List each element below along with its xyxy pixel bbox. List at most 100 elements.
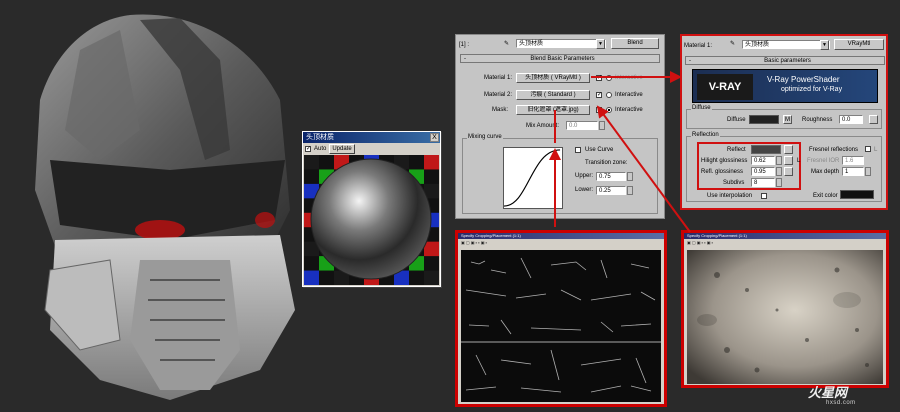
eyedropper-icon[interactable]: ✎	[504, 40, 509, 48]
lower-label: Lower:	[575, 187, 594, 193]
fresnel-reflections-label: Fresnel reflections	[809, 147, 859, 153]
watermark-brand: 火星网	[808, 385, 848, 400]
diffuse-group-label: Diffuse	[691, 105, 712, 111]
lower-field[interactable]: 0.25	[596, 186, 626, 195]
vray-logo: V-RAY	[697, 74, 753, 100]
use-curve-checkbox[interactable]	[575, 147, 581, 153]
vray-name-dropdown-icon[interactable]: ▼	[820, 40, 829, 50]
reflect-map-button[interactable]	[784, 145, 793, 154]
mask-texture-image	[461, 250, 661, 402]
mix-amount-label: Mix Amount:	[526, 123, 560, 129]
material-preview-window: 头顶材质 X ✓ Auto Update	[302, 131, 441, 287]
mixing-curve-label: Mixing curve	[467, 134, 503, 140]
preview-title: 头顶材质	[306, 134, 334, 141]
max-depth-spinner[interactable]	[865, 167, 871, 176]
material2-interactive-radio[interactable]	[606, 92, 612, 98]
mix-amount-spinner[interactable]	[599, 121, 605, 130]
preview-sphere-image	[304, 155, 439, 285]
roughness-map-button[interactable]	[869, 115, 878, 124]
vray-material-label: Material 1:	[684, 43, 713, 49]
mix-amount-field[interactable]: 0.0	[566, 121, 598, 130]
fresnel-checkbox[interactable]	[865, 146, 871, 152]
reflection-group: Reflection Reflect Hilight glossiness 0.…	[686, 132, 882, 202]
hilight-glossiness-field[interactable]: 0.62	[751, 156, 775, 165]
checker-tile	[319, 155, 335, 170]
preview-toolbar: ✓ Auto Update	[303, 143, 440, 154]
upper-spinner[interactable]	[627, 172, 633, 181]
upper-field[interactable]: 0.75	[596, 172, 626, 181]
vraymtl-panel: Material 1: ✎ 头顶材质 ▼ VRayMtl - Basic para…	[680, 34, 888, 210]
mask-interactive-label: Interactive	[615, 107, 643, 113]
lower-spinner[interactable]	[627, 186, 633, 195]
max-depth-field[interactable]: 1	[842, 167, 864, 176]
material1-label: Material 1:	[484, 75, 513, 81]
close-icon[interactable]: X	[430, 133, 439, 142]
checker-tile	[409, 270, 425, 285]
refl-glossiness-field[interactable]: 0.95	[751, 167, 775, 176]
mask-interactive-radio[interactable]	[606, 107, 612, 113]
hilight-lock-button[interactable]: L	[797, 157, 800, 165]
blend-material-panel: [1] : ✎ 头顶材质 ▼ Blend - Blend Basic Parame…	[455, 34, 665, 219]
exit-color-label: Exit color	[813, 193, 838, 199]
roughness-label: Roughness	[802, 117, 833, 123]
vray-banner: V-RAY V-Ray PowerShader optimized for V-…	[692, 69, 878, 103]
eyedropper-icon[interactable]: ✎	[730, 40, 735, 48]
mask-texture-window: Specify Cropping/Placement (1:1) ▣ ▢ ▣ ▪…	[455, 230, 667, 407]
auto-checkbox[interactable]: ✓	[305, 145, 311, 152]
watermark-url: hxsd.com	[826, 400, 856, 406]
diffuse-map-button[interactable]: M	[783, 115, 792, 124]
refl-glossiness-map-button[interactable]	[784, 167, 793, 176]
material1-button[interactable]: 头顶材质 ( VRayMtl )	[516, 73, 590, 83]
fresnel-ior-field[interactable]: 1.6	[842, 156, 864, 165]
refl-glossiness-spinner[interactable]	[776, 167, 782, 176]
exit-color-swatch[interactable]	[840, 190, 874, 199]
checker-tile	[304, 270, 320, 285]
mask-enable-checkbox[interactable]: ✓	[596, 107, 602, 113]
vray-rollout-header[interactable]: - Basic parameters	[685, 56, 885, 65]
checker-tile	[424, 155, 439, 170]
material2-label: Material 2:	[484, 92, 513, 98]
auto-label: Auto	[314, 145, 327, 152]
vray-material-name-field[interactable]: 头顶材质	[742, 40, 830, 49]
diffuse-label: Diffuse	[727, 117, 746, 123]
fresnel-lock-button[interactable]: L	[874, 146, 877, 154]
diffuse-group: Diffuse Diffuse M Roughness 0.0	[686, 105, 882, 129]
preview-title-bar: 头顶材质 X	[303, 132, 440, 143]
vray-rollout-title: Basic parameters	[764, 58, 811, 64]
mask-label: Mask:	[492, 107, 509, 113]
shader-title: V-Ray PowerShader	[767, 75, 840, 84]
material2-enable-checkbox[interactable]: ✓	[596, 92, 602, 98]
stain-texture-window: Specify Cropping/Placement (1:1) ▣ ▢ ▣ ▪…	[681, 230, 889, 388]
mixing-curve-group: Mixing curve Use Curve Transition zone: …	[462, 134, 658, 214]
upper-label: Upper:	[575, 173, 594, 179]
mixing-curve-graph	[503, 147, 563, 209]
checker-tile	[304, 256, 320, 272]
use-interpolation-checkbox[interactable]	[761, 193, 767, 199]
diffuse-color-swatch[interactable]	[749, 115, 779, 124]
reflection-group-label: Reflection	[691, 132, 720, 138]
shader-subtitle: optimized for V-Ray	[781, 86, 843, 93]
hilight-glossiness-label: Hilight glossiness	[701, 158, 748, 164]
checker-tile	[304, 155, 320, 170]
transition-zone-label: Transition zone:	[585, 160, 628, 166]
blend-rollout-header[interactable]: - Blend Basic Parameters	[460, 54, 660, 63]
slot-number: [1] :	[459, 42, 470, 48]
subdivs-field[interactable]: 8	[751, 178, 775, 187]
material2-button[interactable]: 污痕 ( Standard )	[516, 90, 590, 100]
update-button[interactable]: Update	[329, 143, 355, 154]
use-interpolation-label: Use interpolation	[707, 193, 753, 199]
hilight-glossiness-spinner[interactable]	[776, 156, 782, 165]
material1-enable-checkbox[interactable]: ✓	[596, 75, 602, 81]
roughness-field[interactable]: 0.0	[839, 115, 863, 124]
reflect-color-swatch[interactable]	[751, 145, 781, 154]
material-name-field[interactable]: 头顶材质	[516, 39, 606, 48]
material1-interactive-radio[interactable]	[606, 75, 612, 81]
name-dropdown-icon[interactable]: ▼	[596, 39, 605, 49]
vray-type-button[interactable]: VRayMtl	[834, 39, 884, 50]
mask-button[interactable]: 旧化遮罩 (遮罩.jpg)	[516, 105, 590, 115]
material-type-button[interactable]: Blend	[611, 38, 659, 49]
subdivs-label: Subdivs	[723, 180, 745, 186]
hilight-map-button[interactable]	[784, 156, 793, 165]
mask-texture-toolbar: ▣ ▢ ▣ ▪ ▪ ▣ ▪	[458, 239, 664, 247]
subdivs-spinner[interactable]	[776, 178, 782, 187]
